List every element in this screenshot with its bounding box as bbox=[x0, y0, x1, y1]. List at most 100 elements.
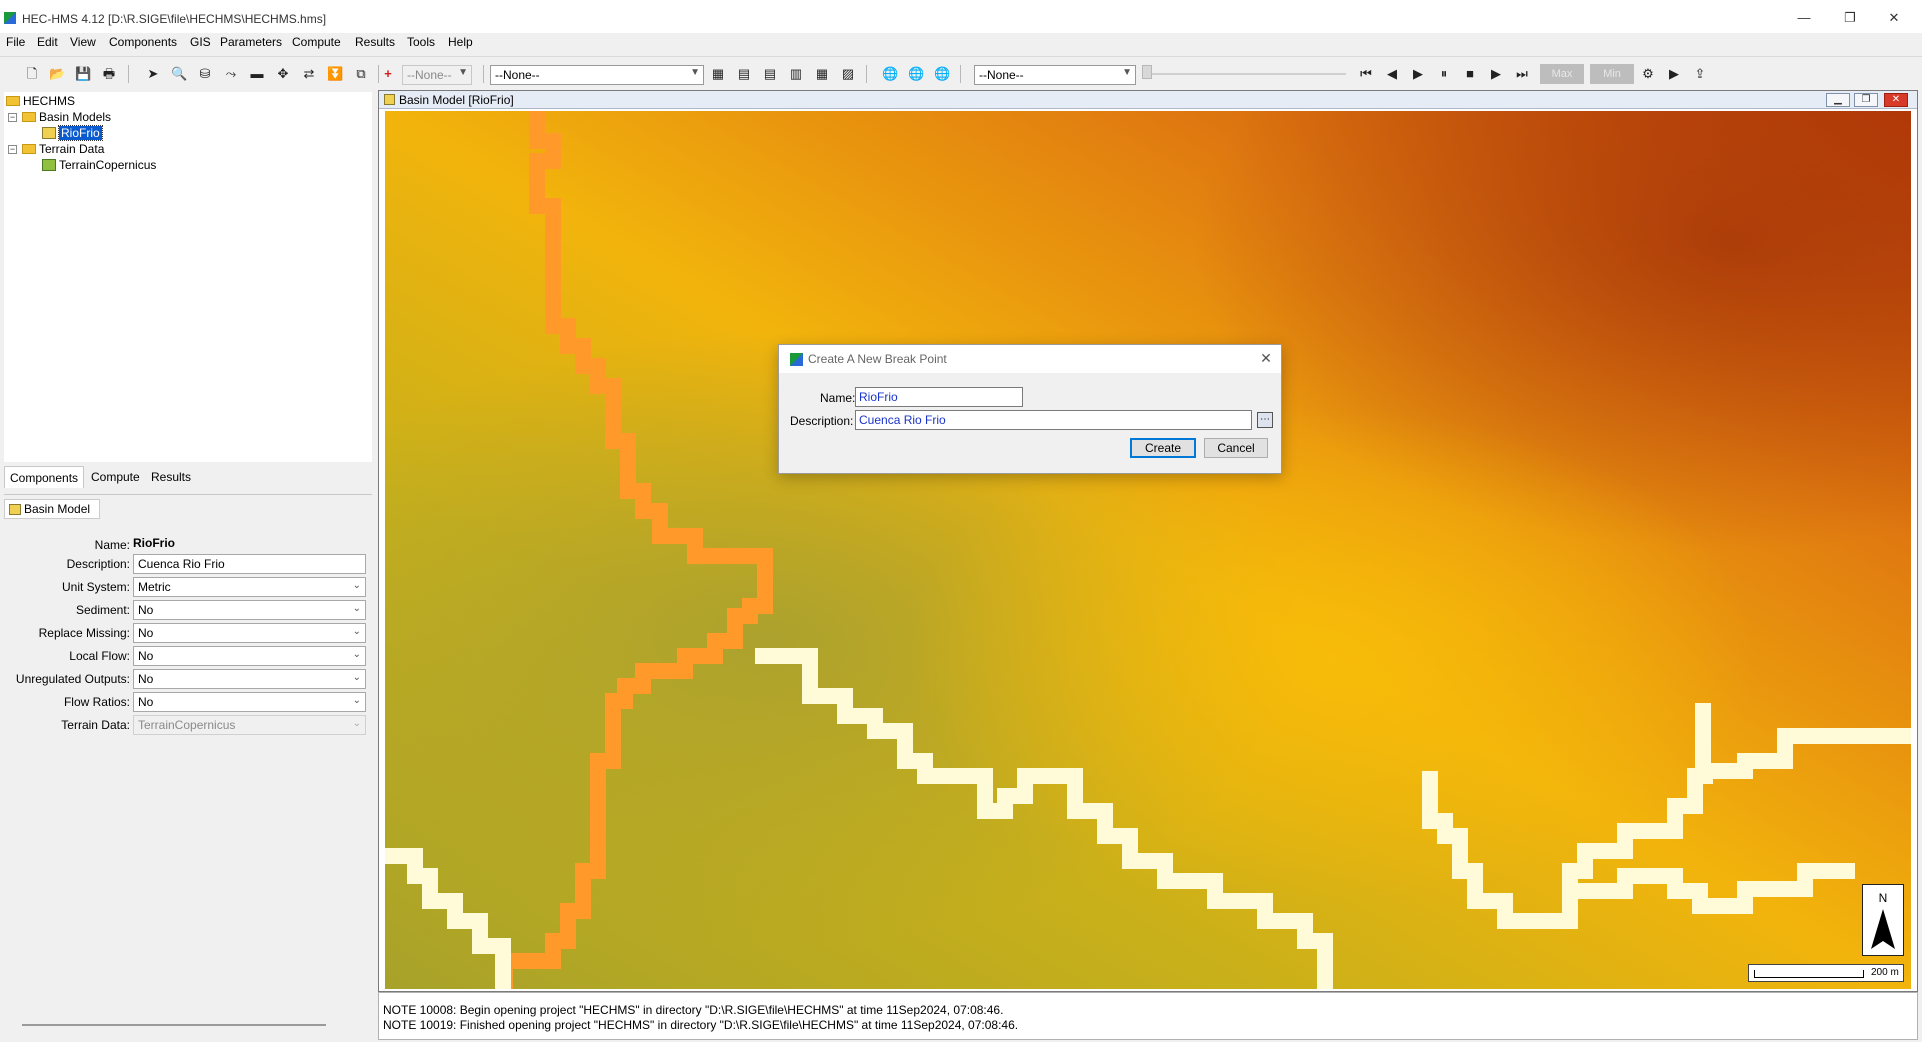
tab-components[interactable]: Components bbox=[4, 466, 85, 488]
source-tool-icon[interactable]: ⏬ bbox=[327, 66, 343, 82]
tab-compute[interactable]: Compute bbox=[86, 466, 145, 488]
table-tool-icon[interactable]: ▤ bbox=[736, 66, 752, 82]
menu-components[interactable]: Components bbox=[109, 35, 177, 49]
prop-replace-missing-select[interactable]: No ⌄ bbox=[133, 623, 366, 643]
tab-results[interactable]: Results bbox=[146, 466, 196, 488]
terrain-map-canvas[interactable] bbox=[385, 111, 1911, 989]
prop-unregulated-outputs-select[interactable]: No ⌄ bbox=[133, 669, 366, 689]
junction-tool-icon[interactable]: ✥ bbox=[275, 66, 291, 82]
globe-pan-icon[interactable]: 🌐 bbox=[934, 66, 950, 82]
summary-tool-icon[interactable]: ▤ bbox=[762, 66, 778, 82]
menu-gis[interactable]: GIS bbox=[190, 35, 211, 49]
skip-start-icon[interactable]: ⏮ bbox=[1358, 66, 1374, 82]
menu-edit[interactable]: Edit bbox=[37, 35, 58, 49]
toolbar-separator bbox=[128, 65, 129, 83]
menu-file[interactable]: File bbox=[6, 35, 25, 49]
terrain-icon bbox=[42, 159, 56, 171]
component-editor-title: Basin Model bbox=[24, 502, 91, 516]
play-icon[interactable]: ▶ bbox=[1410, 66, 1426, 82]
collapse-icon[interactable]: − bbox=[8, 113, 17, 122]
chevron-down-icon: ⌄ bbox=[352, 580, 361, 591]
step-forward-icon[interactable]: ▶ bbox=[1488, 66, 1504, 82]
prop-sediment-select[interactable]: No ⌄ bbox=[133, 600, 366, 620]
zoom-tool-icon[interactable]: 🔍 bbox=[171, 66, 187, 82]
pause-icon[interactable]: ⏸ bbox=[1436, 66, 1452, 82]
description-editor-icon[interactable]: ⋯ bbox=[1257, 412, 1273, 428]
menu-results[interactable]: Results bbox=[355, 35, 395, 49]
dialog-name-input[interactable]: RioFrio bbox=[855, 387, 1023, 407]
collapse-icon[interactable]: − bbox=[8, 145, 17, 154]
prop-flow-ratios-value: No bbox=[138, 695, 154, 709]
sink-tool-icon[interactable]: ⧉ bbox=[353, 66, 369, 82]
arrow-tool-icon[interactable]: ➤ bbox=[145, 66, 161, 82]
component-editor-tab[interactable]: Basin Model bbox=[4, 499, 100, 519]
animation-slider-track[interactable] bbox=[1146, 73, 1346, 75]
print-icon[interactable]: 🖶 bbox=[101, 66, 117, 82]
app-icon bbox=[790, 353, 803, 366]
prop-replace-missing-label: Replace Missing: bbox=[38, 626, 130, 640]
basin-model-window-titlebar bbox=[379, 91, 1917, 109]
tree-terrain-item[interactable]: TerrainCopernicus bbox=[42, 158, 156, 173]
dialog-close-icon[interactable]: ✕ bbox=[1258, 350, 1274, 366]
graph-tool-icon[interactable]: ▥ bbox=[788, 66, 804, 82]
cancel-button[interactable]: Cancel bbox=[1204, 438, 1268, 458]
toolbar-separator bbox=[483, 65, 484, 83]
grid-tool-icon[interactable]: ▦ bbox=[710, 66, 726, 82]
tree-terrain-data-node[interactable]: Terrain Data bbox=[22, 142, 104, 157]
dialog-description-value: Cuenca Rio Frio bbox=[859, 413, 946, 427]
small-selector-combo[interactable]: --None-- ▼ bbox=[402, 65, 472, 85]
tree-basin-model-item[interactable]: RioFrio bbox=[42, 125, 103, 141]
break-point-tool-icon[interactable]: + bbox=[380, 66, 396, 82]
camera-icon[interactable]: ▶ bbox=[1666, 66, 1682, 82]
diversion-tool-icon[interactable]: ⇄ bbox=[301, 66, 317, 82]
menu-tools[interactable]: Tools bbox=[407, 35, 435, 49]
tree-terrain-data-label: Terrain Data bbox=[39, 142, 105, 156]
folder-icon bbox=[22, 144, 36, 154]
stop-icon[interactable]: ■ bbox=[1462, 66, 1478, 82]
time-window-combo[interactable]: --None-- ▼ bbox=[974, 65, 1136, 85]
horizontal-scrollbar[interactable] bbox=[22, 1024, 326, 1026]
open-folder-icon[interactable]: 📂 bbox=[49, 66, 65, 82]
skip-end-icon[interactable]: ⏭ bbox=[1514, 66, 1530, 82]
tree-root-node[interactable]: HECHMS bbox=[6, 94, 75, 109]
create-button[interactable]: Create bbox=[1130, 438, 1196, 458]
menu-compute[interactable]: Compute bbox=[292, 35, 341, 49]
basin-model-window-title: Basin Model [RioFrio] bbox=[399, 93, 514, 107]
menu-help[interactable]: Help bbox=[448, 35, 473, 49]
north-arrow-icon bbox=[1871, 909, 1895, 949]
prop-unit-system-select[interactable]: Metric ⌄ bbox=[133, 577, 366, 597]
reservoir-tool-icon[interactable]: ▬ bbox=[249, 66, 265, 82]
gear-icon[interactable]: ⚙ bbox=[1640, 66, 1656, 82]
min-button[interactable]: Min bbox=[1590, 64, 1634, 84]
max-button[interactable]: Max bbox=[1540, 64, 1584, 84]
map-restore-button[interactable]: ❐ bbox=[1854, 93, 1878, 107]
animation-slider-thumb[interactable] bbox=[1142, 65, 1152, 79]
chevron-down-icon: ⌄ bbox=[352, 649, 361, 660]
save-icon[interactable]: 💾 bbox=[75, 66, 91, 82]
menu-parameters[interactable]: Parameters bbox=[220, 35, 282, 49]
reach-tool-icon[interactable]: ⤳ bbox=[223, 66, 239, 82]
element-selector-combo[interactable]: --None-- ▼ bbox=[490, 65, 704, 85]
map-minimize-button[interactable]: ▁ bbox=[1826, 93, 1850, 107]
prop-description-field[interactable]: Cuenca Rio Frio bbox=[133, 554, 366, 574]
subbasin-tool-icon[interactable]: ⛁ bbox=[197, 66, 213, 82]
north-arrow: N bbox=[1862, 884, 1904, 956]
minimize-button[interactable]: — bbox=[1790, 8, 1818, 28]
globe-zoom-icon[interactable]: 🌐 bbox=[908, 66, 924, 82]
export-icon[interactable]: ⇪ bbox=[1692, 66, 1708, 82]
restore-button[interactable]: ❐ bbox=[1836, 8, 1864, 28]
tree-basin-models-node[interactable]: Basin Models bbox=[22, 110, 111, 125]
toolbar: 🗋 📂 💾 🖶 ➤ 🔍 ⛁ ⤳ ▬ ✥ ⇄ ⏬ ⧉ + --None-- ▼ --… bbox=[0, 56, 1922, 90]
time-series-tool-icon[interactable]: ▦ bbox=[814, 66, 830, 82]
close-button[interactable]: ✕ bbox=[1880, 8, 1908, 28]
prop-flow-ratios-select[interactable]: No ⌄ bbox=[133, 692, 366, 712]
terrain-map bbox=[385, 111, 1911, 989]
menu-view[interactable]: View bbox=[70, 35, 96, 49]
export-tool-icon[interactable]: ▨ bbox=[840, 66, 856, 82]
prop-local-flow-select[interactable]: No ⌄ bbox=[133, 646, 366, 666]
new-file-icon[interactable]: 🗋 bbox=[24, 66, 40, 82]
step-back-icon[interactable]: ◀ bbox=[1384, 66, 1400, 82]
dialog-description-input[interactable]: Cuenca Rio Frio bbox=[855, 410, 1252, 430]
map-close-button[interactable]: ✕ bbox=[1884, 93, 1908, 107]
globe-icon[interactable]: 🌐 bbox=[882, 66, 898, 82]
